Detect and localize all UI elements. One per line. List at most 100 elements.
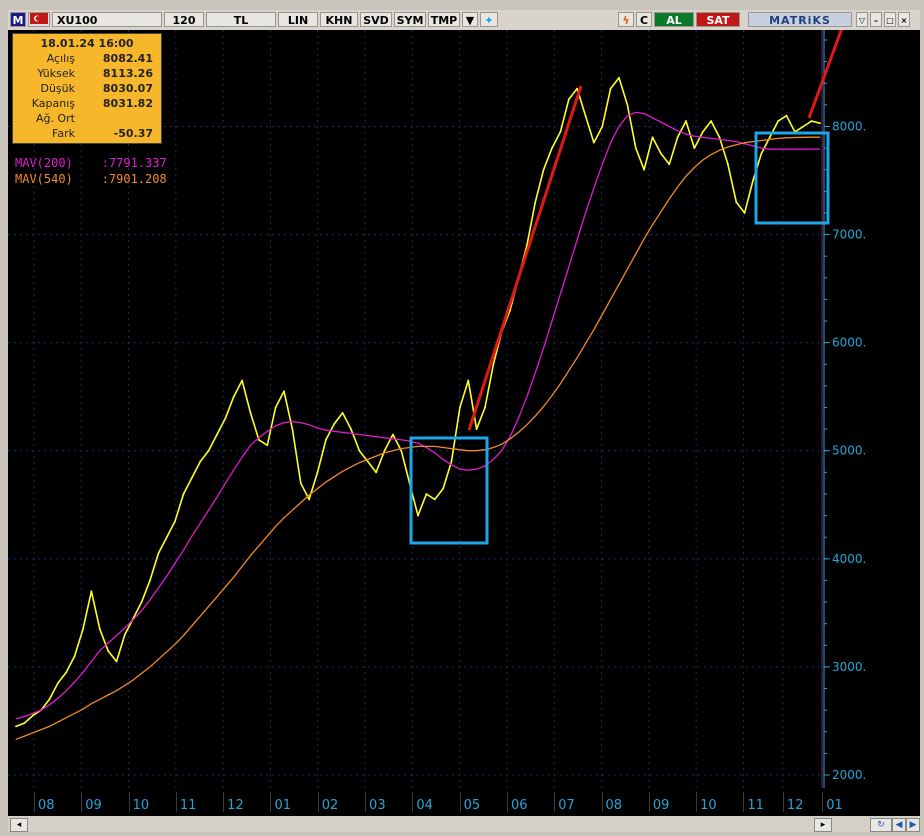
data-point	[458, 406, 461, 409]
data-point	[266, 535, 268, 537]
data-point	[274, 406, 277, 409]
data-point	[82, 628, 84, 630]
data-point	[392, 438, 394, 440]
data-point	[425, 493, 428, 495]
sym-button[interactable]: SYM	[394, 12, 426, 27]
data-point	[760, 152, 763, 155]
data-point	[82, 671, 84, 673]
scrollbar[interactable]: ◂ ▸ ↻ ◀ ▶	[8, 816, 920, 832]
flag-icon[interactable]	[28, 12, 50, 27]
data-point	[157, 552, 160, 555]
data-point	[509, 436, 511, 438]
x-tick-label: 08	[605, 798, 623, 813]
buy-button[interactable]: AL	[654, 12, 694, 27]
data-point	[651, 136, 654, 139]
data-point	[685, 175, 687, 177]
data-point	[166, 575, 168, 577]
sell-button[interactable]: SAT	[696, 12, 740, 27]
x-tick	[270, 792, 272, 812]
c-button[interactable]: C	[636, 12, 652, 27]
data-point	[48, 698, 51, 701]
x-tick-label: 01	[274, 798, 292, 813]
data-point	[23, 735, 25, 737]
data-point	[626, 103, 629, 106]
scroll-right-icon[interactable]: ▸	[814, 818, 832, 832]
data-point	[266, 444, 269, 447]
data-point	[610, 298, 612, 300]
data-point	[710, 120, 713, 122]
data-point	[618, 76, 620, 79]
data-point	[74, 712, 76, 714]
data-point	[324, 439, 327, 441]
data-point	[325, 429, 327, 431]
scroll-left-icon[interactable]: ◂	[10, 818, 28, 832]
data-point	[283, 422, 285, 424]
data-point	[727, 140, 729, 142]
data-point	[509, 438, 511, 440]
data-point	[484, 406, 486, 409]
refresh-icon[interactable]: ↻	[870, 818, 892, 832]
data-point	[702, 159, 704, 161]
info-date: 18.01.24 16:00	[40, 37, 134, 50]
currency-button[interactable]: TL	[206, 12, 276, 27]
data-point	[299, 482, 302, 485]
data-point	[56, 682, 59, 685]
data-point	[65, 717, 67, 719]
data-point	[375, 436, 377, 438]
prev-arrow-icon[interactable]: ◀	[892, 818, 906, 832]
data-point	[23, 722, 26, 725]
data-point	[433, 498, 436, 501]
data-point	[208, 605, 210, 607]
menu-icon[interactable]: ▽	[856, 12, 868, 27]
data-point	[794, 148, 796, 150]
data-point	[676, 136, 679, 139]
data-point	[576, 357, 578, 359]
app-logo: M	[10, 12, 26, 27]
data-point	[768, 136, 771, 139]
data-point	[249, 412, 252, 414]
data-point	[107, 642, 109, 644]
x-tick	[412, 792, 414, 812]
data-point	[367, 435, 369, 437]
data-point	[174, 643, 176, 645]
data-point	[584, 114, 587, 117]
data-point	[316, 471, 319, 474]
symbol-field[interactable]: XU100	[52, 12, 162, 27]
data-point	[257, 439, 260, 441]
y-tick-label: 6000.	[832, 336, 866, 350]
data-point	[810, 120, 813, 122]
x-tick	[128, 792, 130, 812]
data-point	[559, 383, 561, 385]
data-point	[341, 412, 344, 414]
tmp-button[interactable]: TMP	[428, 12, 460, 27]
dropdown-arrow-icon[interactable]: ▼	[462, 12, 478, 27]
data-point	[484, 449, 486, 451]
data-point	[182, 493, 185, 495]
minimize-icon[interactable]: –	[870, 12, 882, 27]
x-tick	[743, 792, 745, 812]
twitter-icon[interactable]: ✦	[480, 12, 498, 27]
data-point	[90, 661, 92, 663]
x-tick	[317, 792, 319, 812]
data-point	[568, 370, 570, 372]
info-row-diff: Fark -50.37	[52, 127, 153, 140]
data-point	[224, 482, 226, 484]
data-point	[417, 514, 419, 517]
y-tick-label: 3000.	[832, 660, 866, 674]
data-point	[726, 163, 729, 166]
data-point	[492, 363, 495, 366]
x-tick-label: 12	[227, 798, 244, 813]
info-row-open: Açılış 8082.41	[46, 52, 153, 65]
svd-button[interactable]: SVD	[360, 12, 392, 27]
lightning-icon[interactable]: ϟ	[618, 12, 634, 27]
next-arrow-icon[interactable]: ▶	[906, 818, 920, 832]
x-tick-label: 06	[510, 798, 528, 813]
lin-button[interactable]: LIN	[278, 12, 318, 27]
data-point	[258, 545, 260, 547]
period-button[interactable]: 120	[164, 12, 204, 27]
data-point	[275, 525, 277, 527]
close-icon[interactable]: ×	[898, 12, 910, 27]
maximize-icon[interactable]: □	[884, 12, 896, 27]
data-point	[626, 268, 628, 270]
khn-button[interactable]: KHN	[320, 12, 358, 27]
